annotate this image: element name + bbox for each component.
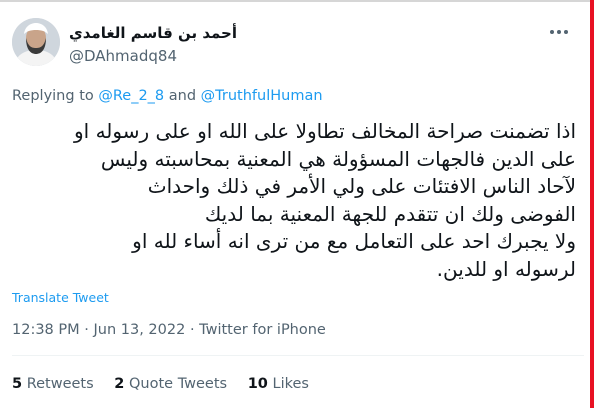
likes-stat[interactable]: 10 Likes bbox=[248, 376, 309, 392]
meta-separator: · bbox=[84, 322, 89, 338]
window-top-border bbox=[0, 0, 594, 2]
reply-prefix: Replying to bbox=[12, 88, 94, 104]
translate-tweet-link[interactable]: Translate Tweet bbox=[12, 290, 109, 305]
author-display-name[interactable]: أحمد بن قاسم الغامدي bbox=[69, 24, 237, 42]
reply-mention-link[interactable]: @Re_2_8 bbox=[98, 88, 164, 104]
divider bbox=[12, 355, 584, 356]
retweets-count: 5 bbox=[12, 376, 23, 392]
quote-tweets-label: Quote Tweets bbox=[129, 376, 228, 392]
reply-context: Replying to @Re_2_8 and @TruthfulHuman bbox=[12, 88, 323, 104]
window-right-border bbox=[590, 0, 594, 408]
likes-label: Likes bbox=[272, 376, 309, 392]
tweet-time[interactable]: 12:38 PM bbox=[12, 322, 80, 338]
more-options-button[interactable] bbox=[542, 20, 576, 44]
tweet-meta: 12:38 PM · Jun 13, 2022 · Twitter for iP… bbox=[12, 322, 326, 338]
tweet-stats: 5 Retweets 2 Quote Tweets 10 Likes bbox=[12, 376, 325, 392]
quote-tweets-stat[interactable]: 2 Quote Tweets bbox=[114, 376, 231, 392]
reply-mention-link[interactable]: @TruthfulHuman bbox=[201, 88, 323, 104]
tweet-source[interactable]: Twitter for iPhone bbox=[199, 322, 326, 338]
retweets-stat[interactable]: 5 Retweets bbox=[12, 376, 98, 392]
avatar[interactable] bbox=[12, 18, 60, 66]
retweets-label: Retweets bbox=[26, 376, 94, 392]
more-horizontal-icon bbox=[550, 30, 568, 34]
likes-count: 10 bbox=[247, 376, 268, 392]
tweet-text: اذا تضمنت صراحة المخالف تطاولا على الله … bbox=[74, 119, 576, 281]
meta-separator: · bbox=[189, 322, 195, 338]
reply-conjunction: and bbox=[168, 88, 197, 104]
tweet-date[interactable]: Jun 13, 2022 bbox=[93, 322, 185, 338]
author-handle[interactable]: @DAhmadq84 bbox=[69, 47, 177, 65]
quote-tweets-count: 2 bbox=[114, 376, 125, 392]
